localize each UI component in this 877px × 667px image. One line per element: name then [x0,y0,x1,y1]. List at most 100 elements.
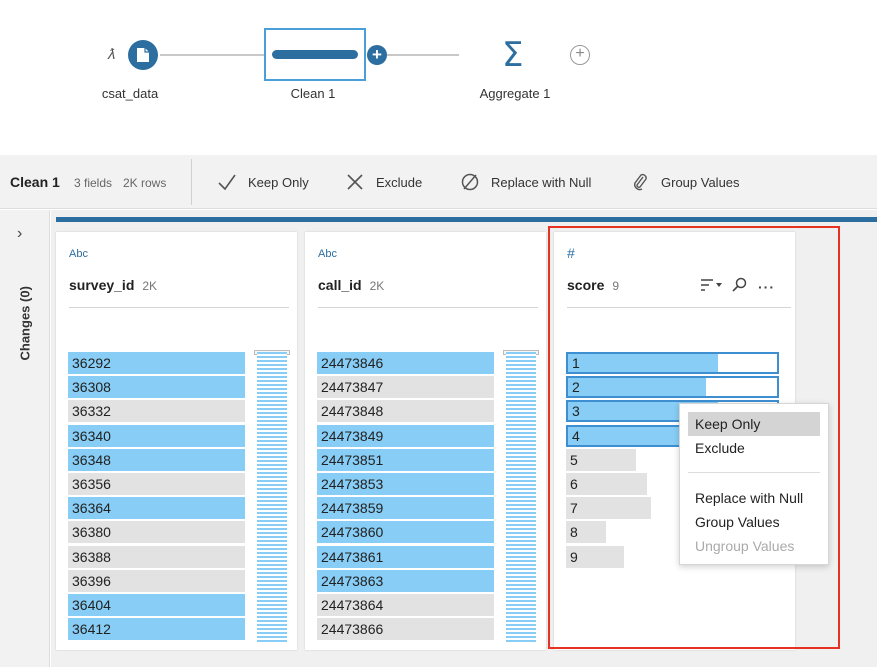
clean-node-label: Clean 1 [290,86,336,101]
value-row[interactable]: 24473866 [317,618,494,641]
value-row[interactable]: 36396 [68,569,245,592]
menu-item-replace-with-null[interactable]: Replace with Null [688,486,820,510]
column-count: 9 [612,279,620,293]
value-row[interactable]: 36404 [68,594,245,616]
clean-node-icon [272,50,358,59]
add-step-icon[interactable]: + [367,45,387,65]
keep-only-button[interactable]: Keep Only [216,171,309,193]
step-title: Clean 1 [10,174,60,190]
check-icon [216,171,238,193]
histogram-bar[interactable]: 9 [566,545,624,568]
profile-card-survey-id[interactable]: Abc survey_id 2K 36292 36308 36332 36340 3634… [56,232,297,650]
replace-with-null-label: Replace with Null [491,174,592,190]
histogram-bar-label: 6 [570,476,578,492]
column-header[interactable]: survey_id 2K [69,277,157,293]
add-step-icon[interactable]: + [570,45,590,65]
value-row[interactable]: 24473860 [317,521,494,544]
histogram-bar-label: 9 [570,548,578,565]
histogram-bar[interactable]: 7 [566,497,651,520]
value-row[interactable]: 36380 [68,521,245,544]
more-options-icon[interactable]: ··· [758,279,775,295]
value-row[interactable]: 24473849 [317,424,494,447]
column-count: 2K [142,279,158,293]
value-row[interactable]: 36332 [68,400,245,423]
string-type-icon[interactable]: Abc [318,248,337,260]
value-row[interactable]: 24473859 [317,497,494,520]
histogram-bar-label: 1 [572,355,580,371]
field-count: 3 fields [74,176,113,190]
column-header[interactable]: score 9 [567,277,619,293]
menu-item-exclude[interactable]: Exclude [688,436,820,460]
group-values-label: Group Values [661,174,740,190]
column-name: call_id [318,277,362,293]
value-row[interactable]: 24473847 [317,376,494,399]
column-tools: ··· [700,277,775,296]
histogram-bar-fill [568,378,706,397]
aggregate-icon[interactable]: Σ [502,35,523,75]
histogram-bar[interactable]: 8 [566,521,606,544]
string-type-icon[interactable]: Abc [69,248,88,260]
column-name: survey_id [69,277,135,293]
value-row[interactable]: 36356 [68,473,245,495]
column-header[interactable]: call_id 2K [318,277,384,293]
chevron-right-icon[interactable]: › [17,225,22,243]
context-menu: Keep Only Exclude Replace with Null Grou… [679,403,829,565]
flow-connector [160,54,264,56]
changes-panel: › Changes (0) [0,210,50,667]
exclude-button[interactable]: Exclude [344,171,422,193]
histogram-bar-fill [568,354,719,372]
value-scrollbar[interactable] [506,352,536,642]
value-row[interactable]: 24473848 [317,400,494,423]
value-row[interactable]: 36292 [68,352,245,374]
value-row[interactable]: 36364 [68,497,245,520]
value-row[interactable]: 24473853 [317,473,494,495]
menu-item-ungroup-values: Ungroup Values [695,538,795,554]
value-row[interactable]: 24473864 [317,594,494,616]
clean-node[interactable] [264,28,366,81]
column-name: score [567,277,605,293]
card-divider [318,307,538,308]
histogram-bar[interactable]: 2 [566,376,779,399]
replace-with-null-button[interactable]: Replace with Null [459,171,591,193]
value-row[interactable]: 36388 [68,545,245,568]
value-row[interactable]: 24473851 [317,448,494,471]
histogram-bar-label: 8 [570,524,578,541]
histogram-bar-fill [566,497,651,520]
histogram-bar-label: 5 [570,451,578,468]
group-values-button[interactable]: Group Values [629,171,740,193]
input-node-icon[interactable] [128,40,158,70]
value-row[interactable]: 24473863 [317,569,494,592]
null-icon [459,171,481,193]
profile-pane-accent [56,217,877,222]
histogram-bar-label: 3 [572,403,580,420]
value-row[interactable]: 24473861 [317,545,494,568]
exclude-label: Exclude [376,174,423,190]
changes-label[interactable]: Changes (0) [18,286,33,360]
menu-divider [688,472,820,473]
menu-item-group-values[interactable]: Group Values [688,510,820,534]
value-row[interactable]: 24473846 [317,352,494,374]
toolbar: Clean 1 3 fields 2K rows Keep Only Exclu… [0,155,877,209]
number-type-icon[interactable]: # [567,245,575,261]
profile-card-call-id[interactable]: Abc call_id 2K 24473846 24473847 24473848 24… [305,232,546,650]
column-count: 2K [369,279,385,293]
menu-item-keep-only[interactable]: Keep Only [688,412,820,436]
flow-pane: ƛ csat_data + Clean 1 Σ Aggregate 1 + [0,0,877,155]
row-count: 2K rows [123,176,167,190]
card-divider [567,307,791,308]
toolbar-divider [191,159,192,205]
histogram-bar-fill [566,473,647,495]
value-row[interactable]: 36340 [68,424,245,447]
value-row[interactable]: 36348 [68,448,245,471]
histogram-bar[interactable]: 5 [566,448,636,471]
value-scrollbar[interactable] [257,352,287,642]
histogram-bar[interactable]: 1 [566,352,779,374]
search-icon[interactable] [732,277,748,296]
value-row[interactable]: 36308 [68,376,245,399]
histogram-bar[interactable]: 6 [566,473,647,495]
sort-icon[interactable] [700,278,722,295]
close-icon [344,171,366,193]
card-divider [69,307,289,308]
flow-connector [387,54,459,56]
value-row[interactable]: 36412 [68,618,245,641]
